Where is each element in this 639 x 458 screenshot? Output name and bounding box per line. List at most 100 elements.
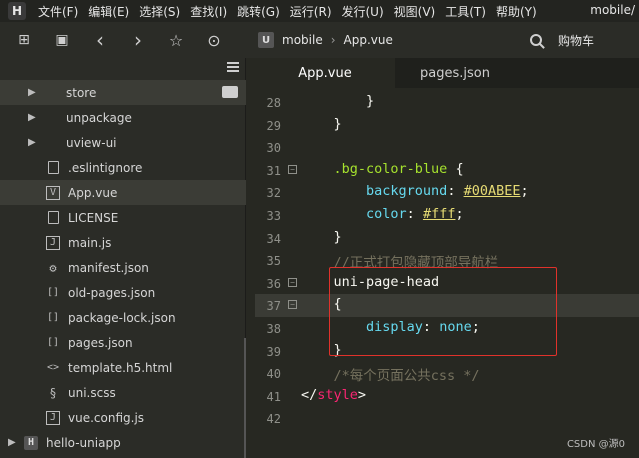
tree-item-label: .eslintignore: [68, 160, 143, 175]
menu-file[interactable]: 文件(F): [38, 3, 78, 20]
line-number: 32: [266, 186, 281, 201]
code-text: }: [301, 93, 374, 109]
tree-item-hello-uniapp[interactable]: ▶ H hello-uniapp: [0, 430, 246, 455]
menu-tools[interactable]: 工具(T): [445, 3, 486, 20]
breadcrumb-project[interactable]: mobile: [282, 33, 323, 47]
code-line[interactable]: 30: [255, 136, 639, 159]
menu-icon[interactable]: [227, 62, 239, 72]
menu-publish[interactable]: 发行(U): [342, 3, 384, 20]
code-text: }: [301, 229, 342, 245]
tree-item-uni-scss[interactable]: § uni.scss: [0, 380, 246, 405]
tree-item-label: pages.json: [68, 335, 133, 350]
chevron-right-icon[interactable]: ▶: [28, 87, 40, 98]
line-number: 28: [266, 96, 281, 110]
code-token: style: [317, 386, 358, 403]
line-number: 34: [266, 231, 281, 246]
fold-toggle-icon[interactable]: −: [288, 277, 297, 287]
tree-item-uview-ui[interactable]: ▶ uview-ui: [0, 130, 246, 155]
tree-item-package-lock-json[interactable]: [] package-lock.json: [0, 305, 246, 330]
save-icon[interactable]: ▣: [48, 26, 76, 54]
new-file-icon[interactable]: ⊞: [10, 26, 38, 54]
line-number: 40: [266, 367, 281, 382]
project-icon: H: [24, 435, 38, 450]
code-line[interactable]: 41 </style>: [255, 385, 639, 408]
code-token: #00ABEE: [463, 183, 521, 200]
code-text: }: [301, 116, 342, 132]
code-token: ;: [520, 183, 529, 200]
file-icon: [46, 161, 60, 175]
menu-view[interactable]: 视图(V): [394, 3, 436, 20]
tree-item-eslintignore[interactable]: .eslintignore: [0, 155, 246, 180]
json-file-icon: []: [46, 312, 60, 323]
json-file-icon: []: [46, 287, 60, 298]
code-text: </style>: [301, 387, 366, 403]
project-logo-icon: U: [258, 32, 274, 48]
tree-item-label: uview-ui: [66, 135, 117, 150]
line-number: 42: [266, 412, 281, 427]
code-line[interactable]: 31− .bg-color-blue {: [255, 159, 639, 182]
json-file-icon: []: [46, 337, 60, 348]
tree-item-license[interactable]: LICENSE: [0, 205, 246, 230]
tree-item-label: package-lock.json: [68, 310, 176, 325]
code-line[interactable]: 33 color: #fff;: [255, 204, 639, 227]
code-line[interactable]: 29 }: [255, 114, 639, 137]
fold-toggle-icon[interactable]: −: [288, 164, 297, 174]
line-number: 37: [266, 299, 281, 314]
menu-edit[interactable]: 编辑(E): [88, 3, 129, 20]
code-line[interactable]: 34 }: [255, 227, 639, 250]
chevron-right-icon[interactable]: ▶: [28, 112, 40, 123]
run-icon[interactable]: ⊙: [200, 26, 228, 54]
tree-item-label: App.vue: [68, 185, 118, 200]
line-number: 36: [266, 276, 281, 291]
code-text: background: #00ABEE;: [301, 183, 529, 199]
line-number: 30: [266, 141, 281, 156]
menu-help[interactable]: 帮助(Y): [496, 3, 537, 20]
search-box[interactable]: 购物车: [520, 29, 639, 51]
search-text: 购物车: [558, 33, 595, 48]
menu-select[interactable]: 选择(S): [139, 3, 180, 20]
highlight-annotation: [329, 267, 557, 356]
sidebar-scrollbar[interactable]: [244, 338, 246, 458]
tree-item-vue-config-js[interactable]: J vue.config.js: [0, 405, 246, 430]
breadcrumb: U mobile › App.vue: [258, 22, 393, 58]
code-line[interactable]: 40 /*每个页面公共css */: [255, 362, 639, 385]
tree-item-label: main.js: [68, 235, 112, 250]
chevron-right-icon[interactable]: ▶: [28, 137, 40, 148]
folder-icon: [222, 86, 238, 98]
chevron-right-icon[interactable]: ▶: [8, 437, 20, 448]
tree-item-unpackage[interactable]: ▶ unpackage: [0, 105, 246, 130]
menu-find[interactable]: 查找(I): [190, 3, 227, 20]
tree-item-label: uni.scss: [68, 385, 116, 400]
tree-item-manifest-json[interactable]: ⚙ manifest.json: [0, 255, 246, 280]
tree-item-old-pages-json[interactable]: [] old-pages.json: [0, 280, 246, 305]
code-text: /*每个页面公共css */: [301, 364, 480, 384]
tree-item-main-js[interactable]: J main.js: [0, 230, 246, 255]
tree-item-template-h5-html[interactable]: <> template.h5.html: [0, 355, 246, 380]
scss-file-icon: §: [49, 385, 57, 400]
search-icon: [530, 34, 542, 46]
tree-item-label: manifest.json: [68, 260, 149, 275]
menu-run[interactable]: 运行(R): [290, 3, 332, 20]
tab-pages-json[interactable]: pages.json: [395, 58, 515, 88]
forward-icon[interactable]: ›: [124, 26, 152, 54]
tree-item-app-vue[interactable]: V App.vue: [0, 180, 246, 205]
app-logo-icon: H: [8, 2, 26, 20]
breadcrumb-file[interactable]: App.vue: [344, 33, 393, 47]
tab-app-vue[interactable]: App.vue: [255, 58, 395, 88]
menu-goto[interactable]: 跳转(G): [237, 3, 280, 20]
html-file-icon: <>: [46, 362, 60, 373]
code-text: .bg-color-blue {: [301, 161, 464, 177]
code-line[interactable]: 28 }: [255, 91, 639, 114]
code-token: }: [301, 115, 342, 132]
js-file-icon: J: [46, 410, 60, 425]
fold-toggle-icon[interactable]: −: [288, 300, 297, 310]
bookmark-icon[interactable]: ☆: [162, 26, 190, 54]
code-text: color: #fff;: [301, 206, 464, 222]
code-token: }: [301, 93, 375, 109]
code-line[interactable]: 32 background: #00ABEE;: [255, 181, 639, 204]
explorer-header: [0, 58, 245, 80]
back-icon[interactable]: ‹: [86, 26, 114, 54]
tree-item-store[interactable]: ▶ store: [0, 80, 246, 105]
code-line[interactable]: 42: [255, 407, 639, 430]
tree-item-pages-json[interactable]: [] pages.json: [0, 330, 246, 355]
